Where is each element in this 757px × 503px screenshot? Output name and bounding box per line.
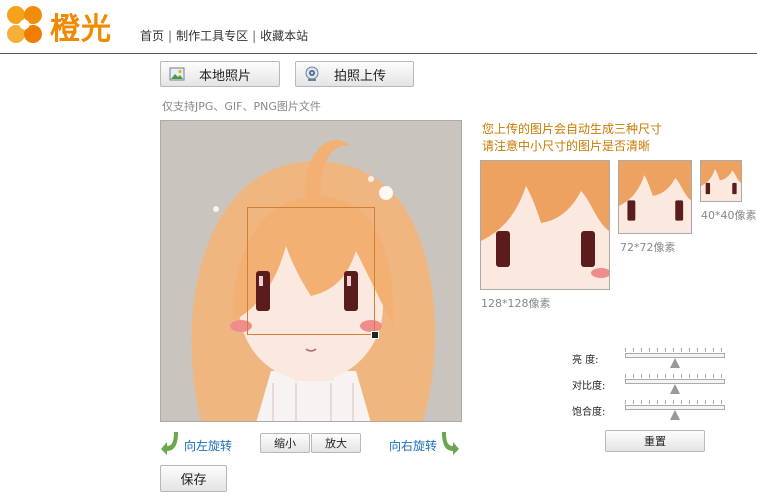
shrink-button[interactable]: 缩小	[260, 433, 310, 453]
preview-medium-image	[619, 161, 691, 233]
webcam-icon	[305, 66, 319, 81]
preview-small-image	[701, 161, 741, 201]
notice-line-2: 请注意中小尺寸的图片是否清晰	[482, 139, 651, 153]
brightness-ticks	[625, 348, 725, 352]
header-divider	[0, 53, 757, 54]
format-hint: 仅支持JPG、GIF、PNG图片文件	[162, 100, 321, 113]
nav-divider: |	[252, 29, 257, 43]
notice-line-1: 您上传的图片会自动生成三种尺寸	[482, 122, 663, 136]
preview-large-image	[481, 161, 609, 289]
save-button[interactable]: 保存	[160, 465, 227, 492]
contrast-ticks	[625, 374, 725, 378]
local-photo-button[interactable]: 本地照片	[160, 61, 280, 87]
rotate-right-link[interactable]: 向右旋转	[389, 437, 437, 454]
picture-icon	[169, 67, 185, 81]
nav-tools-link[interactable]: 制作工具专区	[176, 29, 248, 43]
logo-icon[interactable]	[2, 3, 48, 49]
crop-selection-box[interactable]	[247, 207, 375, 335]
logo-text: 橙光	[50, 12, 112, 47]
local-photo-label: 本地照片	[199, 68, 252, 84]
contrast-thumb[interactable]	[670, 384, 680, 394]
contrast-label: 对比度:	[572, 381, 606, 392]
size-label-128: 128*128像素	[481, 297, 551, 310]
enlarge-button[interactable]: 放大	[311, 433, 361, 453]
saturation-ticks	[625, 400, 725, 404]
size-label-72: 72*72像素	[620, 241, 676, 254]
camera-upload-button[interactable]: 拍照上传	[295, 61, 414, 87]
size-notice: 您上传的图片会自动生成三种尺寸 请注意中小尺寸的图片是否清晰	[482, 121, 662, 155]
nav-home-link[interactable]: 首页	[140, 29, 164, 43]
rotate-left-icon[interactable]	[160, 430, 180, 456]
saturation-label: 饱合度:	[572, 407, 606, 418]
size-label-40: 40*40像素	[701, 209, 757, 222]
rotate-right-icon[interactable]	[440, 430, 460, 456]
nav-divider: |	[168, 29, 173, 43]
crop-resize-handle[interactable]	[371, 331, 379, 339]
preview-medium	[618, 160, 692, 234]
rotate-left-link[interactable]: 向左旋转	[184, 437, 232, 454]
camera-upload-label: 拍照上传	[334, 68, 387, 84]
nav-bookmark-link[interactable]: 收藏本站	[260, 29, 308, 43]
reset-button[interactable]: 重置	[605, 430, 705, 452]
saturation-thumb[interactable]	[670, 410, 680, 420]
top-nav: 首页 | 制作工具专区 | 收藏本站	[140, 27, 308, 44]
preview-small	[700, 160, 742, 202]
brightness-label: 亮 度:	[572, 355, 599, 366]
brightness-thumb[interactable]	[670, 358, 680, 368]
preview-large	[480, 160, 610, 290]
